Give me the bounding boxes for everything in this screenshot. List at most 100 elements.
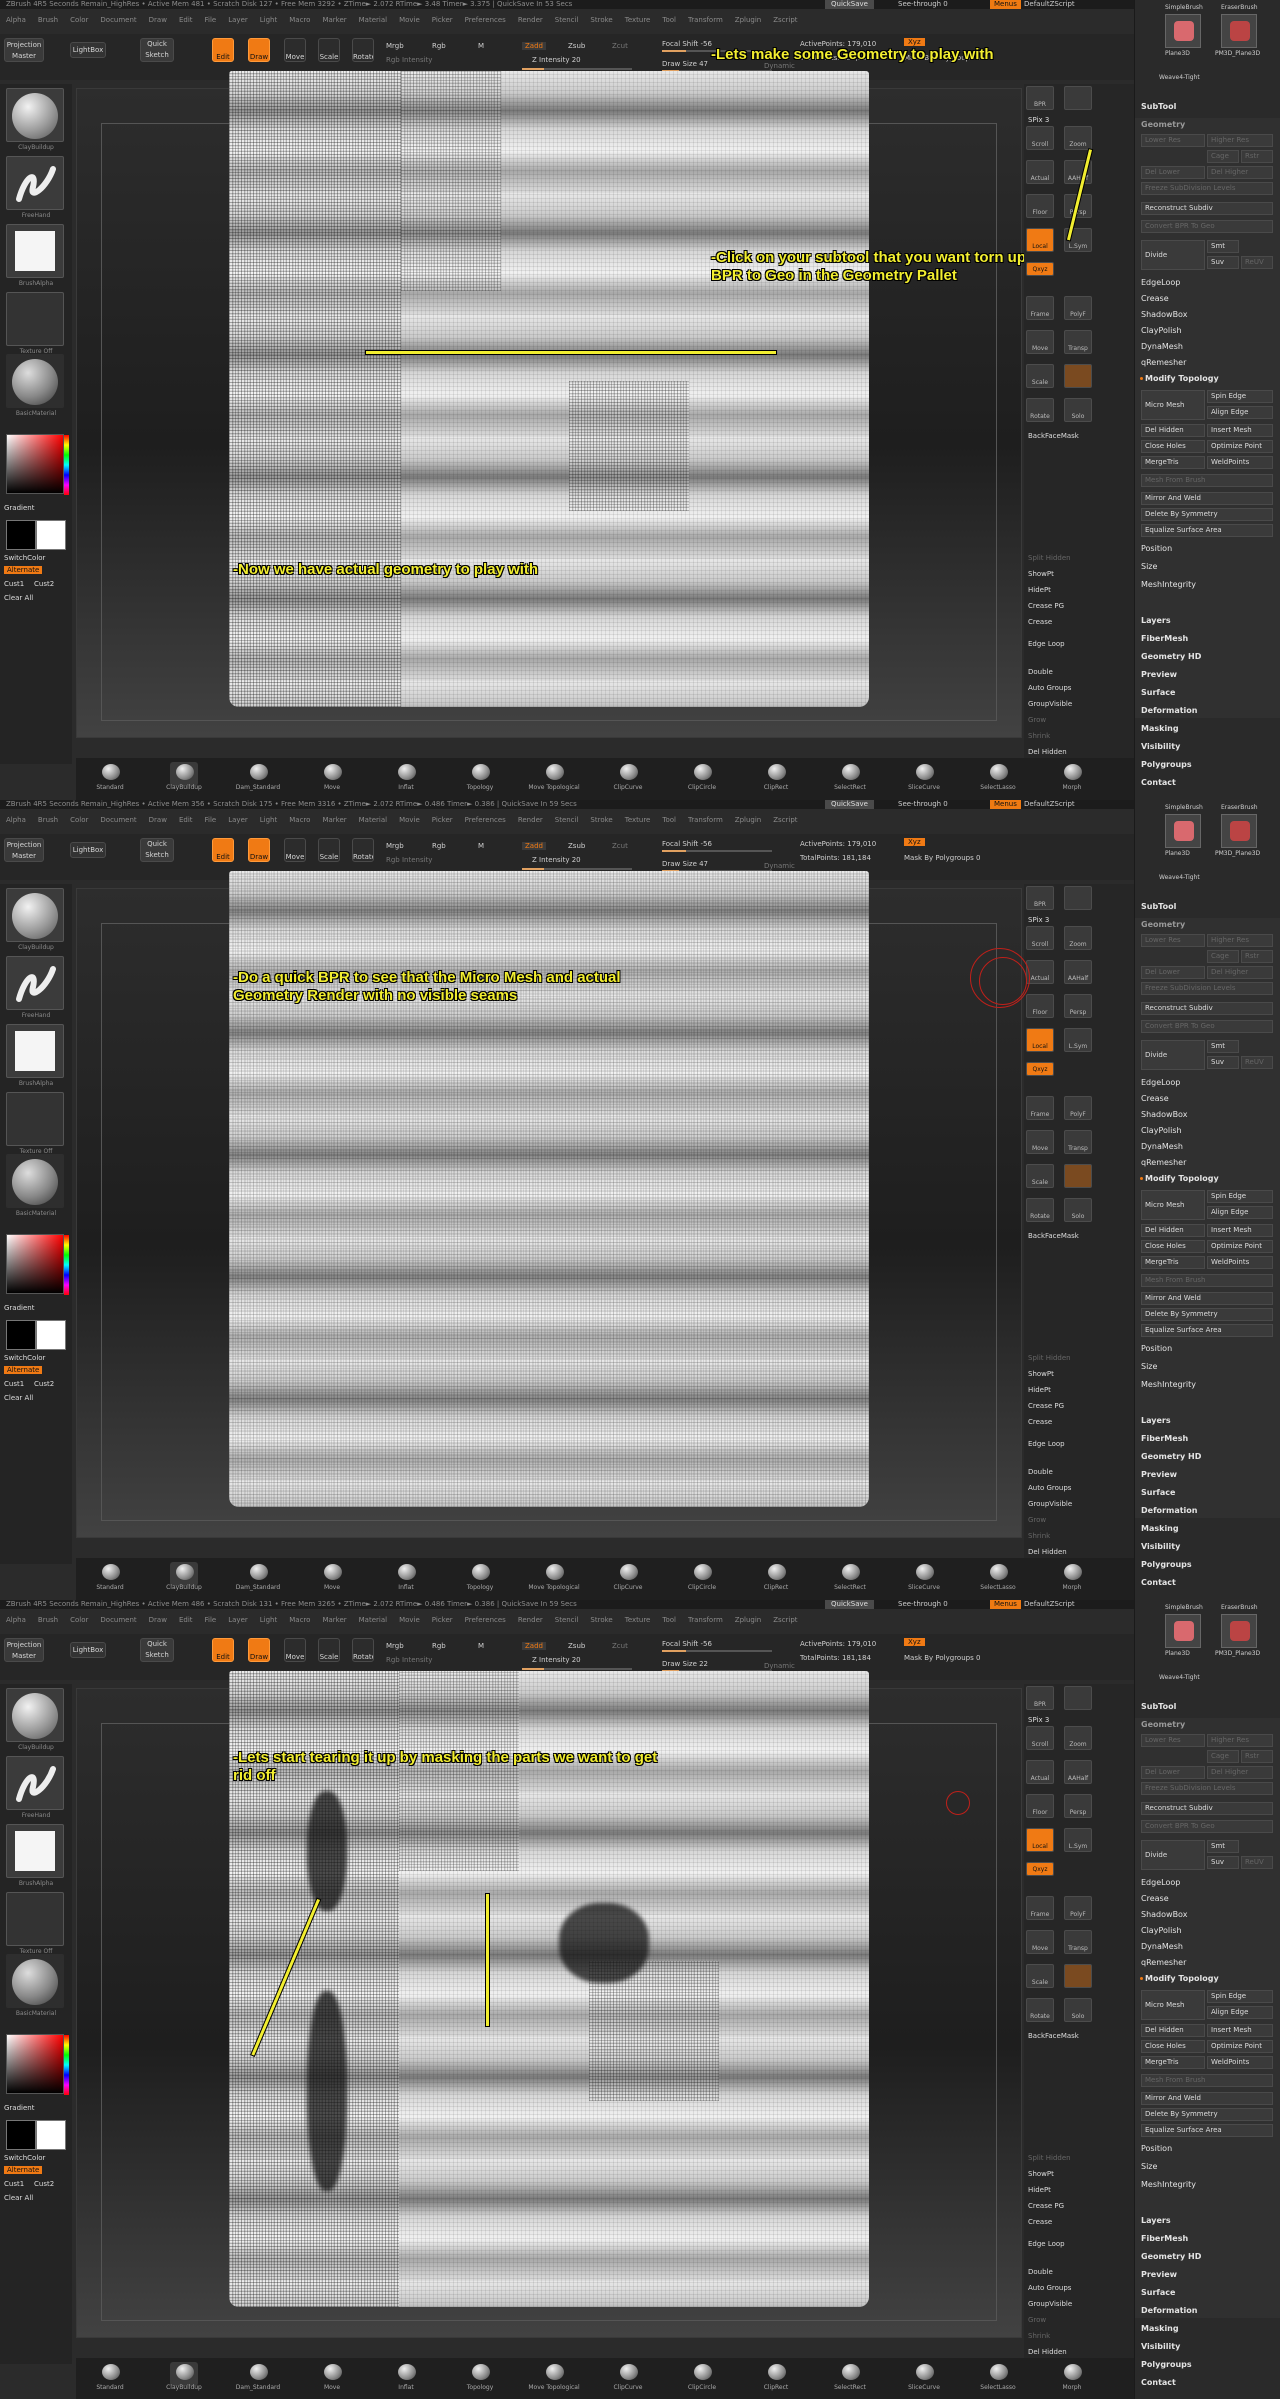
rotate-view-button[interactable]: Rotate [1026,1998,1054,2022]
focal-shift-slider[interactable]: Focal Shift -56 [662,840,712,848]
xyz-button[interactable]: Qxyz [1026,1862,1054,1876]
menu-stencil[interactable]: Stencil [555,14,579,26]
polyf-button[interactable]: PolyF [1064,1896,1092,1920]
frame-button[interactable]: Frame [1026,1896,1054,1920]
layers-section[interactable]: Layers [1141,2216,1171,2225]
projection-master-button[interactable]: Projection Master [4,38,44,62]
del-lower-button[interactable]: Del Lower [1141,1766,1205,1779]
divide-button[interactable]: Divide [1141,1040,1205,1070]
hidept-button[interactable]: HidePt [1028,1386,1051,1394]
shelf-brush-selectrect[interactable]: SelectRect [834,2362,866,2391]
rotate-view-button[interactable]: Rotate [1026,398,1054,422]
menu-stroke[interactable]: Stroke [590,1614,612,1626]
draw-button[interactable]: Draw [248,38,270,62]
color-picker[interactable] [6,1234,69,1295]
del-lower-button[interactable]: Del Lower [1141,166,1205,179]
mesh-from-brush-button[interactable]: Mesh From Brush [1141,474,1273,487]
split-hidden-button[interactable]: Split Hidden [1028,1354,1071,1362]
rotate-button[interactable]: Rotate [352,838,374,862]
draw-size-slider[interactable]: Draw Size 47 [662,860,708,868]
meshintegrity-section[interactable]: MeshIntegrity [1141,1380,1196,1389]
rgb-intensity-slider[interactable]: Rgb Intensity [386,856,432,864]
shelf-brush-selectlasso[interactable]: SelectLasso [980,2362,1016,2391]
group-visible-button[interactable]: GroupVisible [1028,1500,1072,1508]
menu-macro[interactable]: Macro [289,814,310,826]
double-button[interactable]: Double [1028,668,1053,676]
alternate-button[interactable]: Alternate [4,566,43,574]
frame-button[interactable]: Frame [1026,296,1054,320]
plane3d-thumbnail[interactable] [1165,14,1201,48]
shelf-brush-inflat[interactable]: Inflat [392,762,420,791]
actual-button[interactable]: Actual [1026,160,1054,184]
double-button[interactable]: Double [1028,2268,1053,2276]
surface-section[interactable]: Surface [1141,2288,1175,2297]
shadowbox-section[interactable]: ShadowBox [1141,1110,1187,1119]
focal-shift-slider[interactable]: Focal Shift -56 [662,40,712,48]
hue-strip[interactable] [64,435,69,495]
insert-mesh-button[interactable]: Insert Mesh [1207,1224,1273,1237]
menu-preferences[interactable]: Preferences [465,814,506,826]
see-through-slider[interactable]: See-through 0 [898,0,948,9]
frame-button[interactable]: Frame [1026,1096,1054,1120]
draw-size-slider[interactable]: Draw Size 22 [662,1660,708,1668]
plane3d-thumbnail[interactable] [1165,814,1201,848]
shelf-brush-cliprect[interactable]: ClipRect [762,2362,790,2391]
divide-button[interactable]: Divide [1141,240,1205,270]
crease-pg-button[interactable]: Crease PG [1028,602,1064,610]
rstr-button[interactable]: Rstr [1241,950,1273,963]
solo-button[interactable]: Solo [1064,1998,1092,2022]
local-button[interactable]: Local [1026,1028,1054,1052]
scale-button[interactable]: Scale [318,1638,340,1662]
close-holes-button[interactable]: Close Holes [1141,2040,1205,2053]
menu-macro[interactable]: Macro [289,14,310,26]
insert-mesh-button[interactable]: Insert Mesh [1207,424,1273,437]
mask-by-polygroups-slider[interactable]: Mask By Polygroups 0 [904,1654,980,1662]
zoom-button[interactable]: Zoom [1064,1726,1092,1750]
shelf-brush-slicecurve[interactable]: SliceCurve [908,2362,940,2391]
spix-slider[interactable]: SPix 3 [1028,1716,1049,1724]
cust2-button[interactable]: Cust2 [34,1380,54,1388]
close-holes-button[interactable]: Close Holes [1141,440,1205,453]
material-selector[interactable]: BasicMaterial [6,354,64,417]
switch-color-button[interactable]: SwitchColor [4,1354,45,1362]
menu-render[interactable]: Render [518,14,543,26]
menus-button[interactable]: Menus [990,1600,1021,1609]
scale-view-button[interactable]: Scale [1026,1164,1054,1188]
cust1-button[interactable]: Cust1 [4,580,24,588]
lsym-button[interactable]: L.Sym [1064,1828,1092,1852]
fibermesh-section[interactable]: FiberMesh [1141,1434,1188,1443]
suv-toggle[interactable]: Suv [1207,256,1239,269]
spin-edge-button[interactable]: Spin Edge [1207,390,1273,403]
convert-bpr-to-geo-button[interactable]: Convert BPR To Geo [1141,220,1273,233]
menu-render[interactable]: Render [518,1614,543,1626]
layers-section[interactable]: Layers [1141,1416,1171,1425]
group-visible-button[interactable]: GroupVisible [1028,2300,1072,2308]
smt-toggle[interactable]: Smt [1207,1840,1239,1853]
position-section[interactable]: Position [1141,544,1172,553]
reconstruct-subdiv-button[interactable]: Reconstruct Subdiv [1141,1802,1273,1815]
shelf-brush-move-topological[interactable]: Move Topological [528,2362,580,2391]
menus-button[interactable]: Menus [990,0,1021,9]
shelf-brush-slicecurve[interactable]: SliceCurve [908,762,940,791]
del-lower-button[interactable]: Del Lower [1141,966,1205,979]
position-section[interactable]: Position [1141,2144,1172,2153]
insert-mesh-button[interactable]: Insert Mesh [1207,2024,1273,2037]
z-intensity-slider[interactable]: Z Intensity 20 [532,56,581,64]
contact-section[interactable]: Contact [1141,2378,1176,2387]
grow-button[interactable]: Grow [1028,1516,1046,1524]
shelf-brush-clipcurve[interactable]: ClipCurve [613,2362,643,2391]
claypolish-section[interactable]: ClayPolish [1141,1926,1182,1935]
claypolish-section[interactable]: ClayPolish [1141,1126,1182,1135]
move-view-button[interactable]: Move [1026,1930,1054,1954]
menu-alpha[interactable]: Alpha [6,14,26,26]
stroke-selector[interactable]: FreeHand [6,156,64,219]
crease-button[interactable]: Crease [1028,618,1052,626]
transp-button[interactable]: Transp [1064,1930,1092,1954]
shelf-brush-topology[interactable]: Topology [466,2362,494,2391]
texture-selector[interactable]: Texture Off [6,292,64,355]
menu-movie[interactable]: Movie [399,814,420,826]
weldpoints-button[interactable]: WeldPoints [1207,1256,1273,1269]
geometry-header[interactable]: Geometry [1141,920,1185,929]
menu-zplugin[interactable]: Zplugin [735,14,761,26]
mergetris-button[interactable]: MergeTris [1141,456,1205,469]
